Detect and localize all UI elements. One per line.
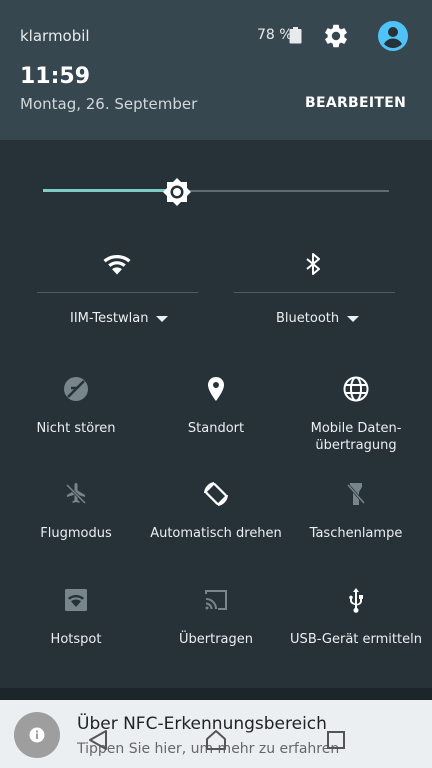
tile-label: USB-Gerät ermitteln: [290, 632, 422, 647]
battery-icon: [289, 27, 302, 44]
do-not-disturb-icon: [64, 377, 88, 401]
wifi-icon[interactable]: [102, 249, 132, 279]
back-button-icon[interactable]: [86, 728, 110, 752]
tile-label: Automatisch drehen: [150, 526, 282, 541]
tile-usb-debug[interactable]: USB-Gerät ermitteln: [286, 586, 426, 648]
brightness-slider-fill: [43, 189, 178, 192]
chevron-down-icon: [347, 315, 360, 322]
tile-label: Mobile Daten- übertragung: [286, 420, 426, 454]
tile-label: Hotspot: [50, 632, 102, 647]
clock-time: 11:59: [20, 64, 91, 89]
flashlight-icon: [346, 483, 366, 505]
tile-mobile-data[interactable]: Mobile Daten- übertragung: [286, 375, 426, 454]
tile-label-line2: übertragung: [315, 438, 397, 453]
date-label[interactable]: Montag, 26. September: [20, 95, 197, 113]
tile-label: Standort: [187, 421, 245, 436]
tile-label: Flugmodus: [40, 526, 112, 541]
tile-label: Taschenlampe: [309, 526, 403, 541]
user-avatar-icon[interactable]: [378, 21, 408, 51]
tile-flashlight[interactable]: Taschenlampe: [286, 480, 426, 542]
notification-title: Über NFC-Erkennungsbereich: [77, 714, 327, 734]
tile-label: Übertragen: [178, 632, 253, 647]
tile-label: Nicht stören: [36, 421, 116, 436]
bluetooth-icon[interactable]: [298, 249, 328, 279]
wifi-network-label: IIM-Testwlan: [70, 311, 149, 326]
location-icon: [208, 377, 224, 401]
usb-icon: [349, 588, 363, 613]
tile-do-not-disturb[interactable]: Nicht stören: [6, 375, 146, 437]
edit-button[interactable]: BEARBEITEN: [305, 95, 406, 111]
quick-settings-header: klarmobil 78 % 11:59 Montag, 26. Septemb…: [0, 0, 432, 140]
rotate-icon: [204, 482, 228, 506]
bluetooth-label: Bluetooth: [276, 311, 340, 326]
divider-wifi: [37, 292, 198, 293]
divider-bluetooth: [234, 292, 395, 293]
home-button-icon[interactable]: [204, 728, 228, 752]
tile-location[interactable]: Standort: [146, 375, 286, 437]
cast-icon: [205, 590, 227, 610]
tile-hotspot[interactable]: Hotspot: [6, 586, 146, 648]
tile-airplane-mode[interactable]: Flugmodus: [6, 480, 146, 542]
airplane-icon: [65, 483, 87, 505]
wifi-dropdown[interactable]: IIM-Testwlan: [70, 311, 169, 326]
tile-cast[interactable]: Übertragen: [146, 586, 286, 648]
carrier-label: klarmobil: [20, 27, 90, 45]
page-indicator-strip: [0, 688, 432, 700]
tile-label-line1: Mobile Daten-: [310, 421, 402, 436]
bluetooth-dropdown[interactable]: Bluetooth: [276, 311, 360, 326]
chevron-down-icon: [156, 315, 169, 322]
battery-percentage: 78 %: [257, 27, 293, 43]
globe-icon: [343, 376, 369, 402]
hotspot-icon: [65, 589, 87, 611]
settings-gear-icon[interactable]: [322, 22, 350, 50]
info-icon: [14, 712, 60, 758]
recents-button-icon[interactable]: [324, 728, 348, 752]
tile-auto-rotate[interactable]: Automatisch drehen: [146, 480, 286, 542]
brightness-thumb-icon[interactable]: [161, 176, 193, 208]
